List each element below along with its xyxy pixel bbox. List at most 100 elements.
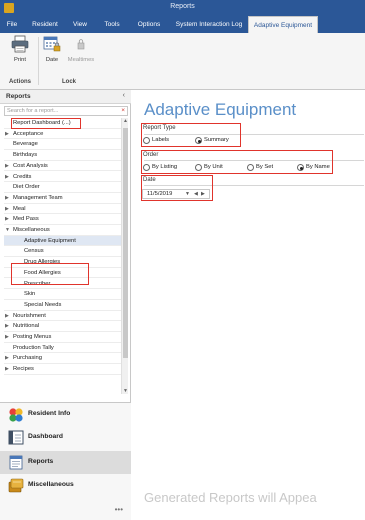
expand-arrow-icon[interactable]: ▶ [5,161,9,172]
expand-arrow-icon[interactable]: ▶ [5,353,9,364]
nav-more-icon[interactable]: ••• [115,505,123,514]
reports-panel-header: Reports ‹ [0,90,131,104]
date-label: Date [45,57,59,63]
tree-item-meal[interactable]: ▶ Meal [4,204,121,215]
tree-item-skin[interactable]: Skin [4,289,121,300]
tree-item-purchasing[interactable]: ▶ Purchasing [4,353,121,365]
tab-options[interactable]: Options [132,16,166,33]
tree-item-production-tally[interactable]: Production Tally [4,343,121,354]
date-lock-button[interactable]: Date [43,35,61,63]
print-label: Print [14,57,26,63]
tree-item-label: Meal [13,205,26,212]
nav-label: Dashboard [28,433,63,440]
expand-arrow-icon[interactable]: ▶ [5,364,9,375]
tree-item-label: Special Needs [24,301,62,308]
tree-item-acceptance[interactable]: ▶ Acceptance [4,129,121,140]
expand-arrow-icon[interactable]: ▶ [5,129,9,140]
nav-miscellaneous[interactable]: Miscellaneous [0,474,131,497]
tree-item-nutritional[interactable]: ▶ Nutritional [4,321,121,332]
tree-item-beverage[interactable]: Beverage [4,139,121,151]
calendar-lock-icon [43,36,61,52]
nav-label: Reports [28,458,54,465]
tab-resident[interactable]: Resident [28,16,62,33]
highlight-box [141,175,213,201]
scrollbar-thumb[interactable] [123,128,128,358]
highlight-box [141,150,333,174]
expand-arrow-icon[interactable]: ▶ [5,321,9,332]
highlight-box [11,263,89,285]
title-bar: Reports [0,0,365,16]
print-button[interactable]: Print [6,35,34,63]
expand-arrow-icon[interactable]: ▶ [5,214,9,225]
tree-item-birthdays[interactable]: Birthdays [4,150,121,161]
lock-group-label: Lock [62,79,77,85]
tree-item-label: Census [24,248,44,255]
highlight-box [141,123,241,147]
tab-tools[interactable]: Tools [99,16,125,33]
actions-group-label: Actions [9,79,32,85]
tree-item-label: Skin [24,291,36,298]
tree-item-special-needs[interactable]: Special Needs [4,300,121,311]
nav-reports[interactable]: Reports [0,451,131,474]
tree-item-label: Med Pass [13,216,39,223]
tree-item-adaptive-equipment[interactable]: Adaptive Equipment [4,235,121,247]
mealtimes-label: Mealtimes [67,57,95,63]
tree-item-recipes[interactable]: ▶ Recipes [4,364,121,375]
expand-arrow-icon[interactable]: ▶ [5,311,9,322]
navigation-pane: Resident Info Dashboard Reports Miscella… [0,402,131,520]
tree-item-nourishment[interactable]: ▶ Nourishment [4,311,121,322]
collapse-panel-icon[interactable]: ‹ [123,92,125,99]
tree-item-posting-menus[interactable]: ▶ Posting Menus [4,332,121,343]
expand-arrow-icon[interactable]: ▶ [5,204,9,215]
tree-item-label: Nutritional [13,323,40,330]
tree-item-label: Acceptance [13,130,44,137]
generated-reports-placeholder: Generated Reports will Appea [144,490,317,505]
tree-item-credits[interactable]: ▶ Credits [4,172,121,183]
tree-item-label: Production Tally [13,344,54,351]
tree-item-label: Miscellaneous [13,227,50,233]
tree-item-med-pass[interactable]: ▶ Med Pass [4,214,121,225]
tree-item-label: Posting Menus [13,334,52,340]
expand-arrow-icon[interactable]: ▶ [5,332,9,343]
nav-label: Miscellaneous [28,481,74,488]
tab-view[interactable]: View [68,16,92,33]
tree-item-label: Nourishment [13,312,46,319]
tab-file[interactable]: File [2,16,22,33]
tree-item-label: Adaptive Equipment [24,237,76,244]
reports-panel-title: Reports [6,93,31,100]
main-content: Adaptive Equipment Report Type Labels Su… [132,90,365,520]
tree-item-cost-analysis[interactable]: ▶ Cost Analysis [4,161,121,172]
ribbon-separator [38,37,39,85]
nav-resident-info[interactable]: Resident Info [0,403,131,426]
lock-icon [77,39,85,50]
tree-item-label: Management Team [13,194,63,201]
report-search-placeholder: Search for a report... [7,108,59,114]
mealtimes-lock-button[interactable]: Mealtimes [66,35,96,63]
tree-item-label: Birthdays [13,152,38,159]
highlight-box [11,118,81,129]
scroll-down-icon[interactable]: ▼ [123,388,128,394]
tree-item-census[interactable]: Census [4,246,121,258]
clear-search-icon[interactable]: × [121,107,125,114]
page-title: Adaptive Equipment [144,100,297,119]
tree-item-diet-order[interactable]: Diet Order [4,182,121,193]
dashboard-icon [8,430,24,445]
report-search-input[interactable]: Search for a report... × [4,106,128,116]
tree-item-label: Purchasing [13,355,43,362]
tab-system-interaction-log[interactable]: System Interaction Log [171,16,247,33]
window-title: Reports [170,3,195,10]
ribbon-tabs: File Resident View Tools Options System … [0,16,365,33]
tree-scrollbar[interactable]: ▲ ▼ [121,118,128,394]
tab-adaptive-equipment[interactable]: Adaptive Equipment [248,16,318,33]
nav-label: Resident Info [28,410,71,417]
tree-item-label: Diet Order [13,184,40,191]
expand-arrow-icon[interactable]: ▶ [5,193,9,204]
printer-icon [11,35,29,53]
nav-dashboard[interactable]: Dashboard [0,426,131,449]
collapse-arrow-icon[interactable]: ▼ [5,225,10,236]
tree-item-miscellaneous[interactable]: ▼ Miscellaneous [4,225,121,236]
scroll-up-icon[interactable]: ▲ [123,118,128,124]
expand-arrow-icon[interactable]: ▶ [5,172,9,183]
tree-item-management-team[interactable]: ▶ Management Team [4,193,121,204]
reports-icon [9,455,23,470]
